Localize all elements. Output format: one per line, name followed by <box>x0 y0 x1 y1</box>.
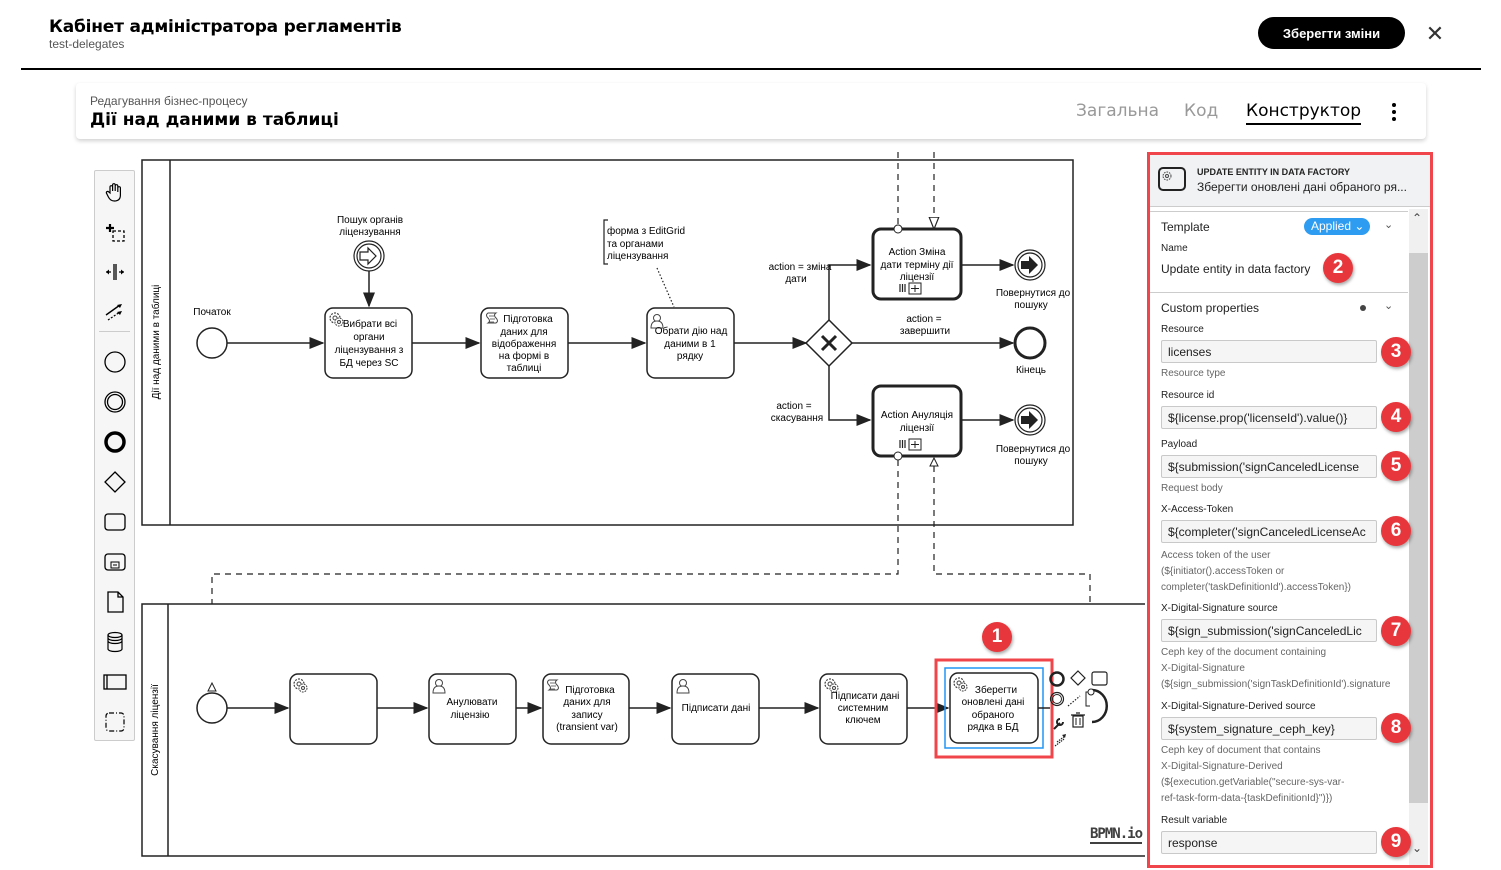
end-event-return-2[interactable] <box>1014 404 1046 436</box>
user-task-choose-action[interactable]: Обрати дію над даними в 1 рядку <box>646 307 735 379</box>
step-badge-6: 6 <box>1381 516 1411 546</box>
panel-highlight-frame <box>1147 152 1433 868</box>
service-task-empty[interactable] <box>289 673 378 745</box>
service-task-select-authorities[interactable]: Вибрати всі органи ліцензування з БД через … <box>324 307 413 379</box>
step-badge-5: 5 <box>1381 451 1411 481</box>
end-event-return-1[interactable] <box>1014 249 1046 281</box>
start-event-message[interactable] <box>196 692 228 724</box>
step-badge-7: 7 <box>1381 616 1411 646</box>
bpmn-io-watermark[interactable]: BPMN.io <box>1090 826 1143 844</box>
step-badge-8: 8 <box>1381 713 1411 743</box>
pool-label: Скасування ліцензії <box>150 684 161 776</box>
call-activity-change-date[interactable]: Action Зміна дати терміну дії ліцензії <box>871 224 963 301</box>
step-badge-3: 3 <box>1381 337 1411 367</box>
append-task-icon[interactable] <box>1091 671 1108 686</box>
script-task-prepare-display[interactable]: Підготовка даних для відображення на формі … <box>480 307 569 379</box>
trash-icon[interactable] <box>1071 712 1085 728</box>
step-badge-1: 1 <box>982 622 1012 652</box>
step-badge-2: 2 <box>1323 253 1353 283</box>
user-task-sign-data[interactable]: Підписати дані <box>671 673 760 745</box>
end-event-finish[interactable] <box>1013 326 1047 360</box>
svg-text:Підписати дані: Підписати дані <box>682 703 751 714</box>
pool-label: Дії над даними в таблиці <box>150 285 162 400</box>
end-event-label: Кінець <box>1016 365 1046 376</box>
call-activity-annul-license[interactable]: Action Ануляція ліцензії <box>871 384 963 467</box>
script-task-prepare-write[interactable]: Підготовка даних для запису (transient var) <box>542 673 630 745</box>
service-task-system-sign[interactable]: Підписати дані системним ключем <box>819 673 908 745</box>
user-task-annul[interactable]: Анулювати ліцензію <box>428 673 517 745</box>
signal-catch-event[interactable] <box>353 240 385 272</box>
start-event-label: Початок <box>193 307 231 318</box>
step-badge-9: 9 <box>1381 827 1411 857</box>
start-event[interactable] <box>196 327 228 359</box>
service-task-save-to-db-selected[interactable]: Зберегти оновлені дані обраного рядка в БД <box>934 658 1054 759</box>
step-badge-4: 4 <box>1381 402 1411 432</box>
signal-event-label: Пошук органів ліцензування <box>337 215 403 238</box>
